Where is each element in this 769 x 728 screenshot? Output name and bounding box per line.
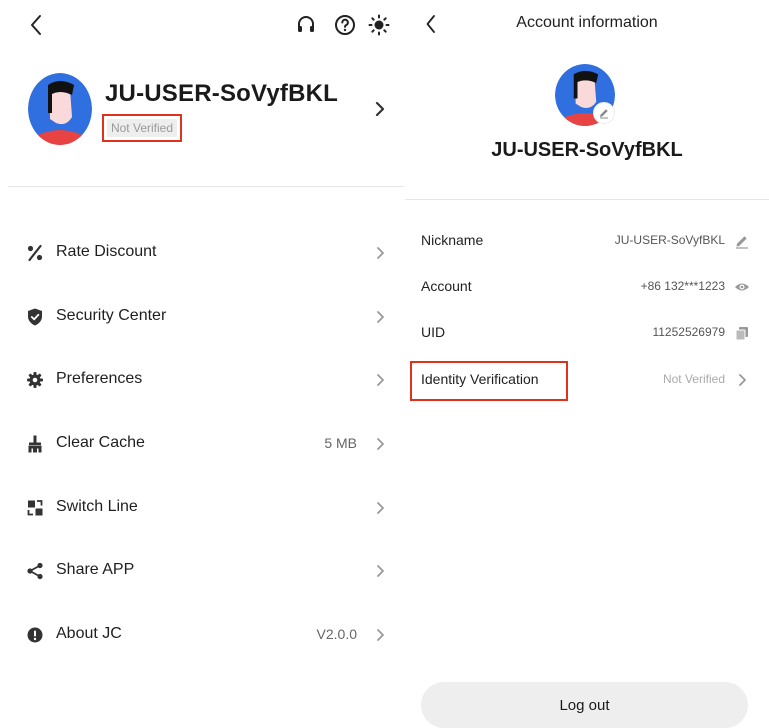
menu-item-about-jc[interactable]: About JC V2.0.0 [0, 615, 405, 655]
chevron-right-icon [373, 243, 387, 263]
chevron-right-icon [373, 498, 387, 518]
verification-status-badge[interactable]: Not Verified [102, 114, 182, 142]
info-row-label: Nickname [421, 232, 484, 248]
pencil-icon[interactable] [734, 233, 750, 249]
info-row-nickname[interactable]: Nickname JU-USER-SoVyfBKL [405, 221, 769, 261]
chevron-right-icon[interactable] [370, 96, 390, 122]
avatar[interactable] [28, 73, 92, 145]
menu-item-security-center[interactable]: Security Center [0, 297, 405, 337]
menu-item-label: Share APP [56, 561, 135, 578]
menu-item-label: About JC [56, 625, 122, 642]
logout-button[interactable]: Log out [421, 682, 748, 728]
menu-item-label: Rate Discount [56, 243, 157, 260]
chevron-right-icon [373, 625, 387, 645]
identity-verification-highlight [410, 361, 568, 401]
broom-icon [26, 434, 44, 454]
app-version: V2.0.0 [316, 626, 357, 642]
cache-size: 5 MB [324, 435, 357, 451]
info-row-label: Account [421, 278, 472, 294]
chevron-right-icon [373, 434, 387, 454]
menu-item-label: Preferences [56, 370, 143, 387]
chevron-right-icon [734, 372, 750, 388]
menu-item-clear-cache[interactable]: Clear Cache 5 MB [0, 424, 405, 464]
switch-icon [26, 498, 44, 518]
divider [8, 186, 404, 187]
page-title: Account information [516, 14, 658, 31]
account-value: +86 132***1223 [640, 279, 725, 293]
info-row-account[interactable]: Account +86 132***1223 [405, 267, 769, 307]
verification-status-label: Not Verified [106, 119, 178, 137]
share-icon [26, 561, 44, 581]
gear-icon [26, 370, 44, 390]
menu-item-switch-line[interactable]: Switch Line [0, 488, 405, 528]
shield-check-icon [26, 307, 44, 327]
info-row-label: UID [421, 324, 446, 340]
info-row-uid[interactable]: UID 11252526979 [405, 313, 769, 353]
chevron-right-icon [373, 307, 387, 327]
percent-icon [26, 243, 44, 263]
sun-icon[interactable] [367, 12, 391, 38]
uid-value: 11252526979 [652, 325, 725, 339]
menu-item-rate-discount[interactable]: Rate Discount [0, 233, 405, 273]
menu-item-share-app[interactable]: Share APP [0, 551, 405, 591]
info-icon [26, 625, 44, 645]
edit-avatar-pencil-icon[interactable] [593, 102, 615, 124]
profile-screen: JU-USER-SoVyfBKL Not Verified Rate Disco… [0, 0, 405, 728]
copy-icon[interactable] [734, 325, 750, 341]
chevron-right-icon [373, 561, 387, 581]
eye-icon[interactable] [734, 279, 750, 295]
nickname-value: JU-USER-SoVyfBKL [614, 233, 725, 247]
identity-verification-status: Not Verified [662, 372, 725, 386]
chevron-right-icon [373, 370, 387, 390]
username: JU-USER-SoVyfBKL [105, 80, 338, 107]
account-information-screen: Account information JU-USER-SoVyfBKL Nic… [405, 0, 769, 728]
divider [405, 199, 769, 200]
menu-item-label: Switch Line [56, 498, 138, 515]
menu-item-preferences[interactable]: Preferences [0, 360, 405, 400]
menu-item-label: Security Center [56, 307, 167, 324]
username: JU-USER-SoVyfBKL [491, 139, 683, 161]
help-icon[interactable] [333, 12, 357, 38]
headset-icon[interactable] [294, 12, 318, 38]
menu-item-label: Clear Cache [56, 434, 145, 451]
back-icon[interactable] [24, 12, 48, 38]
